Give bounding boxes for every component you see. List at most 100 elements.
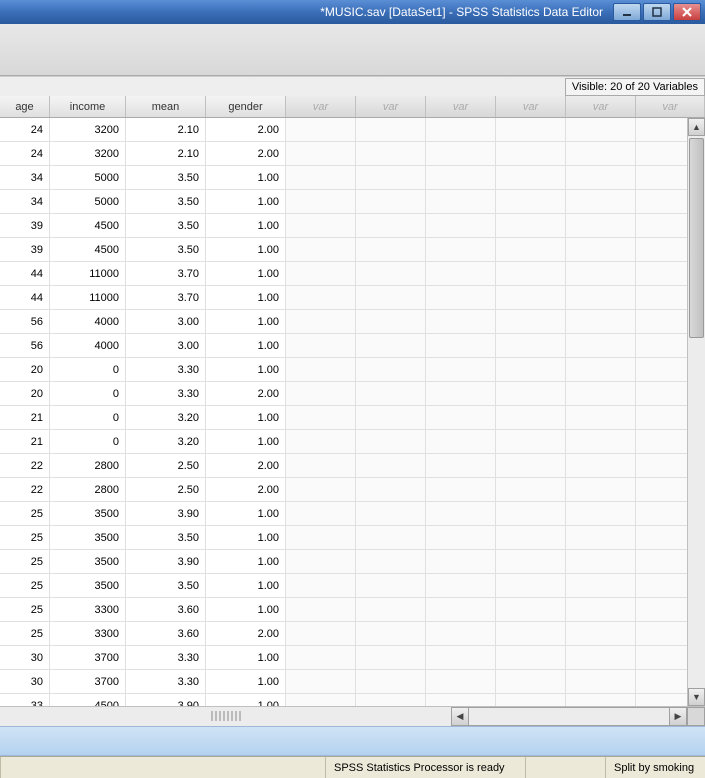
cell-gender[interactable]: 1.00 — [206, 670, 286, 694]
cell-gender[interactable]: 1.00 — [206, 574, 286, 598]
cell-empty[interactable] — [356, 430, 426, 454]
cell-empty[interactable] — [566, 286, 636, 310]
cell-empty[interactable] — [566, 550, 636, 574]
cell-empty[interactable] — [566, 190, 636, 214]
cell-empty[interactable] — [286, 550, 356, 574]
grid-body[interactable]: 2432002.102.002432002.102.003450003.501.… — [0, 118, 705, 706]
cell-empty[interactable] — [566, 310, 636, 334]
cell-mean[interactable]: 3.30 — [126, 358, 206, 382]
cell-empty[interactable] — [356, 598, 426, 622]
cell-age[interactable]: 56 — [0, 310, 50, 334]
cell-gender[interactable]: 1.00 — [206, 526, 286, 550]
cell-gender[interactable]: 2.00 — [206, 118, 286, 142]
cell-empty[interactable] — [356, 646, 426, 670]
cell-mean[interactable]: 3.60 — [126, 622, 206, 646]
cell-empty[interactable] — [496, 550, 566, 574]
cell-empty[interactable] — [496, 526, 566, 550]
cell-empty[interactable] — [496, 334, 566, 358]
cell-gender[interactable]: 1.00 — [206, 190, 286, 214]
header-age[interactable]: age — [0, 96, 50, 117]
table-row[interactable]: 5640003.001.00 — [0, 310, 705, 334]
cell-age[interactable]: 30 — [0, 670, 50, 694]
cell-empty[interactable] — [566, 646, 636, 670]
cell-mean[interactable]: 3.30 — [126, 670, 206, 694]
cell-empty[interactable] — [426, 598, 496, 622]
cell-mean[interactable]: 3.70 — [126, 262, 206, 286]
cell-empty[interactable] — [356, 502, 426, 526]
cell-income[interactable]: 11000 — [50, 286, 126, 310]
cell-empty[interactable] — [496, 478, 566, 502]
cell-empty[interactable] — [566, 502, 636, 526]
cell-empty[interactable] — [426, 430, 496, 454]
cell-gender[interactable]: 1.00 — [206, 406, 286, 430]
cell-empty[interactable] — [566, 238, 636, 262]
cell-mean[interactable]: 3.00 — [126, 310, 206, 334]
cell-empty[interactable] — [286, 382, 356, 406]
cell-gender[interactable]: 1.00 — [206, 598, 286, 622]
cell-empty[interactable] — [496, 214, 566, 238]
cell-empty[interactable] — [426, 166, 496, 190]
cell-empty[interactable] — [566, 214, 636, 238]
cell-gender[interactable]: 2.00 — [206, 454, 286, 478]
cell-mean[interactable]: 3.50 — [126, 574, 206, 598]
cell-empty[interactable] — [286, 694, 356, 706]
cell-mean[interactable]: 3.50 — [126, 190, 206, 214]
table-row[interactable]: 2003.302.00 — [0, 382, 705, 406]
cell-empty[interactable] — [496, 622, 566, 646]
cell-income[interactable]: 3500 — [50, 526, 126, 550]
cell-empty[interactable] — [426, 574, 496, 598]
cell-empty[interactable] — [496, 286, 566, 310]
cell-empty[interactable] — [356, 454, 426, 478]
cell-empty[interactable] — [566, 598, 636, 622]
cell-empty[interactable] — [286, 118, 356, 142]
cell-empty[interactable] — [356, 406, 426, 430]
cell-empty[interactable] — [286, 286, 356, 310]
cell-empty[interactable] — [496, 238, 566, 262]
cell-income[interactable]: 5000 — [50, 190, 126, 214]
cell-mean[interactable]: 3.60 — [126, 598, 206, 622]
cell-empty[interactable] — [566, 406, 636, 430]
cell-age[interactable]: 25 — [0, 526, 50, 550]
table-row[interactable]: 5640003.001.00 — [0, 334, 705, 358]
table-row[interactable]: 2432002.102.00 — [0, 118, 705, 142]
cell-empty[interactable] — [496, 574, 566, 598]
table-row[interactable]: 3345003.901.00 — [0, 694, 705, 706]
cell-empty[interactable] — [356, 694, 426, 706]
cell-empty[interactable] — [356, 550, 426, 574]
cell-gender[interactable]: 1.00 — [206, 310, 286, 334]
cell-income[interactable]: 0 — [50, 382, 126, 406]
cell-empty[interactable] — [286, 358, 356, 382]
cell-empty[interactable] — [426, 310, 496, 334]
cell-empty[interactable] — [426, 478, 496, 502]
cell-empty[interactable] — [356, 190, 426, 214]
cell-empty[interactable] — [496, 454, 566, 478]
cell-empty[interactable] — [426, 622, 496, 646]
cell-age[interactable]: 25 — [0, 502, 50, 526]
cell-empty[interactable] — [426, 214, 496, 238]
cell-empty[interactable] — [496, 694, 566, 706]
cell-gender[interactable]: 1.00 — [206, 334, 286, 358]
cell-gender[interactable]: 1.00 — [206, 502, 286, 526]
header-var[interactable]: var — [356, 96, 426, 117]
cell-income[interactable]: 0 — [50, 406, 126, 430]
cell-income[interactable]: 4000 — [50, 310, 126, 334]
cell-empty[interactable] — [286, 502, 356, 526]
cell-empty[interactable] — [426, 550, 496, 574]
cell-age[interactable]: 22 — [0, 478, 50, 502]
cell-empty[interactable] — [496, 358, 566, 382]
cell-empty[interactable] — [426, 286, 496, 310]
cell-gender[interactable]: 1.00 — [206, 646, 286, 670]
cell-mean[interactable]: 3.20 — [126, 406, 206, 430]
cell-gender[interactable]: 1.00 — [206, 214, 286, 238]
cell-gender[interactable]: 2.00 — [206, 622, 286, 646]
cell-age[interactable]: 25 — [0, 598, 50, 622]
cell-income[interactable]: 3500 — [50, 502, 126, 526]
cell-mean[interactable]: 3.50 — [126, 214, 206, 238]
cell-income[interactable]: 3700 — [50, 670, 126, 694]
cell-mean[interactable]: 3.30 — [126, 646, 206, 670]
cell-empty[interactable] — [356, 670, 426, 694]
table-row[interactable]: 2535003.901.00 — [0, 550, 705, 574]
cell-age[interactable]: 44 — [0, 262, 50, 286]
table-row[interactable]: 2003.301.00 — [0, 358, 705, 382]
cell-empty[interactable] — [566, 478, 636, 502]
